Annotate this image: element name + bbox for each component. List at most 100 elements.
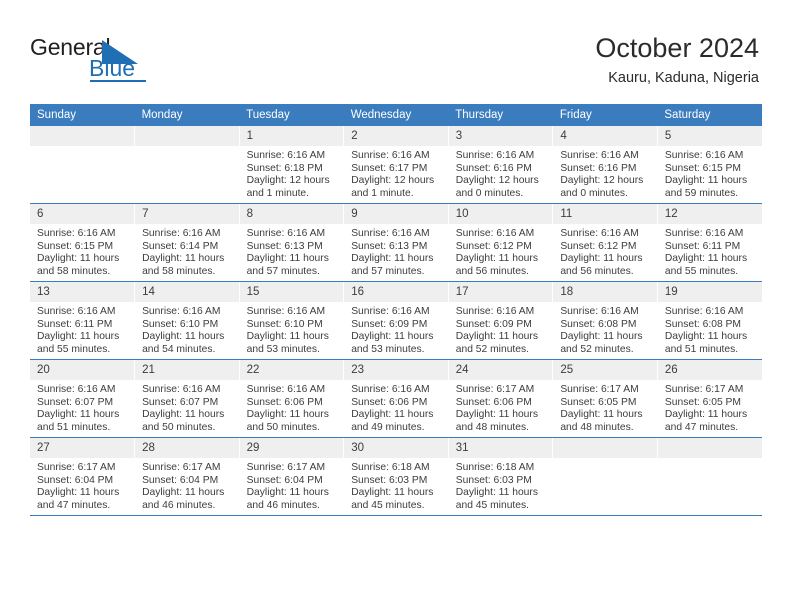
sunset-text: Sunset: 6:05 PM [560, 396, 637, 408]
sunrise-text: Sunrise: 6:16 AM [142, 228, 221, 239]
sunset-text: Sunset: 6:09 PM [455, 318, 532, 330]
daylight-text-line2: and 0 minutes. [455, 187, 524, 199]
sunset-text: Sunset: 6:11 PM [37, 318, 113, 330]
sunrise-text: Sunrise: 6:16 AM [351, 150, 430, 161]
daylight-text-line2: and 55 minutes. [664, 265, 739, 277]
day-details: Sunrise: 6:16 AM Sunset: 6:11 PM Daylight:… [30, 302, 134, 356]
calendar-day-cell[interactable]: 25 Sunrise: 6:17 AM Sunset: 6:05 PM Dayligh… [552, 359, 658, 438]
sunrise-text: Sunrise: 6:16 AM [246, 384, 326, 395]
calendar-day-cell[interactable]: 16 Sunrise: 6:16 AM Sunset: 6:09 PM Dayligh… [343, 281, 449, 360]
day-details: Sunrise: 6:16 AM Sunset: 6:11 PM Daylight:… [658, 224, 762, 278]
calendar-day-cell[interactable]: 21 Sunrise: 6:16 AM Sunset: 6:07 PM Dayligh… [134, 359, 240, 438]
calendar-day-cell[interactable]: 17 Sunrise: 6:16 AM Sunset: 6:09 PM Dayligh… [448, 281, 554, 360]
daylight-text-line1: Daylight: 11 hours [664, 409, 748, 421]
calendar-day-cell[interactable]: 24 Sunrise: 6:17 AM Sunset: 6:06 PM Dayligh… [448, 359, 554, 438]
daylight-text-line1: Daylight: 11 hours [246, 409, 329, 421]
calendar-day-cell[interactable]: 23 Sunrise: 6:16 AM Sunset: 6:06 PM Dayligh… [343, 359, 449, 438]
sunset-text: Sunset: 6:18 PM [246, 162, 323, 174]
calendar-day-cell[interactable]: 15 Sunrise: 6:16 AM Sunset: 6:10 PM Dayligh… [239, 281, 345, 360]
calendar-day-cell[interactable]: 8 Sunrise: 6:16 AM Sunset: 6:13 PM Daylight… [239, 203, 345, 282]
day-number: 1 [239, 126, 344, 146]
calendar-week-row: 20 Sunrise: 6:16 AM Sunset: 6:07 PM Dayligh… [30, 359, 762, 438]
calendar-day-cell[interactable]: 19 Sunrise: 6:16 AM Sunset: 6:08 PM Dayligh… [657, 281, 762, 360]
daylight-text-line2: and 54 minutes. [142, 343, 216, 355]
daylight-text-line1: Daylight: 11 hours [664, 175, 748, 187]
calendar-day-cell[interactable]: 27 Sunrise: 6:17 AM Sunset: 6:04 PM Dayligh… [30, 437, 136, 516]
sunrise-text: Sunrise: 6:16 AM [142, 384, 221, 395]
sunrise-text: Sunrise: 6:17 AM [246, 462, 326, 473]
calendar-body: 1 Sunrise: 6:16 AM Sunset: 6:18 PM Daylight… [30, 126, 762, 516]
calendar-day-cell[interactable]: 20 Sunrise: 6:16 AM Sunset: 6:07 PM Dayligh… [30, 359, 136, 438]
calendar-day-cell[interactable]: 29 Sunrise: 6:17 AM Sunset: 6:04 PM Dayligh… [239, 437, 345, 516]
sunset-text: Sunset: 6:08 PM [560, 318, 637, 330]
calendar-day-cell[interactable]: 11 Sunrise: 6:16 AM Sunset: 6:12 PM Dayligh… [552, 203, 658, 282]
day-number: 8 [239, 204, 344, 224]
day-number: 14 [135, 282, 239, 302]
day-details: Sunrise: 6:16 AM Sunset: 6:15 PM Daylight:… [30, 224, 134, 278]
day-number: 6 [30, 204, 135, 224]
day-number: 30 [344, 438, 448, 458]
day-details: Sunrise: 6:16 AM Sunset: 6:12 PM Daylight:… [553, 224, 657, 278]
daylight-text-line2: and 52 minutes. [455, 343, 530, 355]
sunrise-text: Sunrise: 6:16 AM [560, 150, 639, 161]
daylight-text-line1: Daylight: 11 hours [142, 331, 225, 343]
daylight-text-line1: Daylight: 11 hours [455, 409, 538, 421]
sunset-text: Sunset: 6:13 PM [246, 240, 323, 252]
calendar-day-cell[interactable]: 30 Sunrise: 6:18 AM Sunset: 6:03 PM Dayligh… [343, 437, 449, 516]
sunrise-text: Sunrise: 6:17 AM [455, 384, 535, 395]
calendar-day-cell[interactable]: 2 Sunrise: 6:16 AM Sunset: 6:17 PM Daylight… [343, 126, 449, 204]
calendar-day-cell[interactable]: 5 Sunrise: 6:16 AM Sunset: 6:15 PM Daylight… [657, 126, 762, 204]
calendar-day-cell[interactable]: 31 Sunrise: 6:18 AM Sunset: 6:03 PM Dayligh… [448, 437, 554, 516]
day-number: 3 [448, 126, 553, 146]
brand-logo[interactable]: General Blue [30, 34, 160, 82]
day-number [657, 438, 762, 458]
sunset-text: Sunset: 6:12 PM [560, 240, 637, 252]
sunrise-text: Sunrise: 6:16 AM [664, 306, 744, 317]
sunrise-text: Sunrise: 6:16 AM [455, 228, 535, 239]
calendar-day-cell[interactable]: 18 Sunrise: 6:16 AM Sunset: 6:08 PM Dayligh… [552, 281, 658, 360]
calendar-day-cell[interactable]: 3 Sunrise: 6:16 AM Sunset: 6:16 PM Daylight… [448, 126, 554, 204]
day-details: Sunrise: 6:16 AM Sunset: 6:09 PM Daylight:… [344, 302, 448, 356]
calendar-day-cell[interactable]: 12 Sunrise: 6:16 AM Sunset: 6:11 PM Dayligh… [657, 203, 762, 282]
calendar-week-row: 27 Sunrise: 6:17 AM Sunset: 6:04 PM Dayligh… [30, 437, 762, 516]
sunset-text: Sunset: 6:10 PM [142, 318, 219, 330]
day-number: 4 [553, 126, 657, 146]
day-details: Sunrise: 6:18 AM Sunset: 6:03 PM Daylight:… [449, 458, 553, 512]
daylight-text-line2: and 57 minutes. [246, 265, 320, 277]
calendar-day-cell[interactable]: 28 Sunrise: 6:17 AM Sunset: 6:04 PM Dayligh… [134, 437, 240, 516]
sunrise-text: Sunrise: 6:16 AM [560, 228, 639, 239]
daylight-text-line2: and 56 minutes. [455, 265, 530, 277]
day-number [553, 438, 657, 458]
calendar-day-cell[interactable]: 13 Sunrise: 6:16 AM Sunset: 6:11 PM Dayligh… [30, 281, 136, 360]
calendar-day-cell[interactable]: 22 Sunrise: 6:16 AM Sunset: 6:06 PM Dayligh… [239, 359, 345, 438]
sunrise-text: Sunrise: 6:16 AM [37, 228, 116, 239]
daylight-text-line2: and 59 minutes. [664, 187, 739, 199]
day-number: 12 [657, 204, 762, 224]
day-details: Sunrise: 6:16 AM Sunset: 6:12 PM Daylight:… [449, 224, 553, 278]
calendar-day-cell[interactable]: 10 Sunrise: 6:16 AM Sunset: 6:12 PM Dayligh… [448, 203, 554, 282]
daylight-text-line1: Daylight: 11 hours [664, 331, 748, 343]
day-number: 10 [448, 204, 553, 224]
sunrise-text: Sunrise: 6:16 AM [455, 306, 535, 317]
calendar-table: Sunday Monday Tuesday Wednesday Thursday… [30, 104, 762, 516]
day-details [553, 458, 657, 462]
sunrise-text: Sunrise: 6:16 AM [246, 150, 326, 161]
day-number: 15 [239, 282, 344, 302]
sunset-text: Sunset: 6:07 PM [37, 396, 114, 408]
sunset-text: Sunset: 6:06 PM [246, 396, 323, 408]
calendar-day-cell[interactable]: 9 Sunrise: 6:16 AM Sunset: 6:13 PM Daylight… [343, 203, 449, 282]
calendar-day-cell[interactable]: 26 Sunrise: 6:17 AM Sunset: 6:05 PM Dayligh… [657, 359, 762, 438]
calendar-day-cell[interactable]: 14 Sunrise: 6:16 AM Sunset: 6:10 PM Dayligh… [134, 281, 240, 360]
calendar-day-cell[interactable]: 6 Sunrise: 6:16 AM Sunset: 6:15 PM Daylight… [30, 203, 136, 282]
daylight-text-line1: Daylight: 11 hours [246, 253, 329, 265]
sunset-text: Sunset: 6:11 PM [664, 240, 741, 252]
daylight-text-line2: and 47 minutes. [664, 421, 739, 433]
calendar-day-cell[interactable]: 1 Sunrise: 6:16 AM Sunset: 6:18 PM Daylight… [239, 126, 345, 204]
day-number: 17 [448, 282, 553, 302]
daylight-text-line1: Daylight: 11 hours [37, 253, 120, 265]
calendar-day-cell[interactable]: 4 Sunrise: 6:16 AM Sunset: 6:16 PM Daylight… [552, 126, 658, 204]
calendar-day-cell[interactable]: 7 Sunrise: 6:16 AM Sunset: 6:14 PM Daylight… [134, 203, 240, 282]
day-details [30, 146, 134, 150]
calendar-day-cell-empty [552, 437, 658, 516]
daylight-text-line2: and 1 minute. [246, 187, 310, 199]
